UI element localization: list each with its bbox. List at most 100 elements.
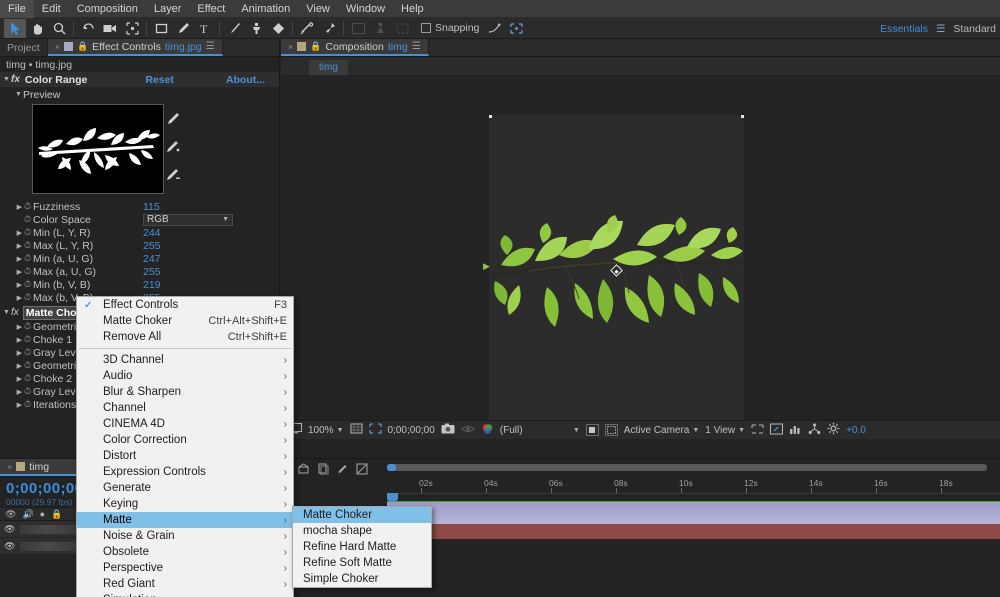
- param-disclosure-icon[interactable]: ▶: [0, 388, 22, 396]
- 3d-renderer-icon[interactable]: [808, 423, 821, 438]
- param-disclosure-icon[interactable]: ▶: [0, 401, 22, 409]
- submenu-item-refine-hard-matte[interactable]: Refine Hard Matte: [293, 539, 431, 555]
- type-tool-icon[interactable]: T: [194, 19, 216, 38]
- snapshot-icon[interactable]: [441, 423, 455, 437]
- context-menu-item-audio[interactable]: Audio ›: [77, 368, 293, 384]
- exposure-value[interactable]: +0.0: [846, 425, 866, 436]
- lock-icon[interactable]: 🔒: [310, 41, 321, 52]
- submenu-item-refine-soft-matte[interactable]: Refine Soft Matte: [293, 555, 431, 571]
- zoom-level-dropdown[interactable]: 100% ▼: [308, 425, 344, 436]
- enable-frame-blending-icon[interactable]: [356, 463, 368, 478]
- stopwatch-icon[interactable]: ⏱: [22, 292, 33, 303]
- context-menu-item-generate[interactable]: Generate ›: [77, 480, 293, 496]
- tab-project[interactable]: Project: [0, 39, 48, 56]
- context-menu-item-3d-channel[interactable]: 3D Channel ›: [77, 352, 293, 368]
- param-disclosure-icon[interactable]: ▶: [0, 375, 22, 383]
- param-value[interactable]: 244: [143, 227, 161, 239]
- view-layout-dropdown[interactable]: 1 View ▼: [705, 425, 745, 436]
- context-menu-item-cinema-4d[interactable]: CINEMA 4D ›: [77, 416, 293, 432]
- param-disclosure-icon[interactable]: ▶: [0, 268, 22, 276]
- tab-close-icon[interactable]: ×: [7, 462, 12, 472]
- timeline-zoom-scrollbar[interactable]: [387, 464, 987, 471]
- stopwatch-icon[interactable]: ⏱: [22, 279, 33, 290]
- show-snapshot-icon[interactable]: [461, 424, 475, 437]
- layer-visibility-icon[interactable]: 👁: [4, 541, 15, 552]
- rotation-tool-icon[interactable]: [77, 19, 99, 38]
- audio-column-icon[interactable]: 🔊: [22, 509, 33, 520]
- context-menu-item-matte-choker[interactable]: Matte Choker Ctrl+Alt+Shift+E: [77, 313, 293, 329]
- context-menu-item-simulation[interactable]: Simulation ›: [77, 592, 293, 597]
- context-menu-item-keying[interactable]: Keying ›: [77, 496, 293, 512]
- param-value[interactable]: 255: [143, 266, 161, 278]
- tab-close-icon[interactable]: ×: [288, 42, 293, 52]
- stopwatch-icon[interactable]: ⏱: [22, 386, 33, 397]
- toggle-transparency-grid-icon[interactable]: [586, 424, 599, 436]
- resolution-dropdown[interactable]: (Full) ▼: [500, 425, 580, 436]
- context-menu-item-remove-all[interactable]: Remove All Ctrl+Shift+E: [77, 329, 293, 345]
- zoom-tool-icon[interactable]: [48, 19, 70, 38]
- solo-column-icon[interactable]: ●: [40, 509, 45, 519]
- snapping-toggle[interactable]: Snapping: [421, 22, 479, 34]
- tab-effect-controls[interactable]: × 🔒 Effect Controls timg.jpg ☰: [48, 39, 223, 56]
- eyedropper-plus-icon[interactable]: [164, 140, 180, 156]
- composition-mini-flowchart-icon[interactable]: [297, 463, 310, 478]
- context-menu-item-perspective[interactable]: Perspective ›: [77, 560, 293, 576]
- submenu-item-matte-choker[interactable]: Matte Choker: [293, 507, 431, 523]
- brush-tool-icon[interactable]: [223, 19, 245, 38]
- stopwatch-icon[interactable]: ⏱: [22, 334, 33, 345]
- workspace-essentials[interactable]: Essentials: [880, 23, 928, 35]
- param-row-min-lyr[interactable]: ▶ ⏱ Min (L, Y, R) 244: [0, 226, 279, 239]
- param-disclosure-icon[interactable]: ▶: [0, 242, 22, 250]
- clone-stamp-tool-icon[interactable]: [245, 19, 267, 38]
- context-menu-item-matte[interactable]: Matte ›: [77, 512, 293, 528]
- lock-icon[interactable]: 🔒: [77, 41, 88, 52]
- eye-column-icon[interactable]: 👁: [5, 509, 16, 520]
- context-menu-item-channel[interactable]: Channel ›: [77, 400, 293, 416]
- pixel-aspect-icon[interactable]: [751, 423, 764, 438]
- timeline-graph-icon[interactable]: [789, 423, 802, 438]
- param-disclosure-icon[interactable]: ▶: [0, 294, 22, 302]
- stopwatch-icon[interactable]: ⏱: [22, 253, 33, 264]
- stopwatch-icon[interactable]: ⏱: [22, 201, 33, 212]
- snapping-checkbox[interactable]: [421, 23, 431, 33]
- composition-panel-menu-icon[interactable]: ☰: [412, 41, 421, 52]
- color-space-dropdown[interactable]: RGB ▼: [143, 214, 233, 226]
- param-row-min-bvb[interactable]: ▶ ⏱ Min (b, V, B) 219: [0, 278, 279, 291]
- stopwatch-icon[interactable]: ⏱: [22, 227, 33, 238]
- comp-timecode[interactable]: 0;00;00;00: [388, 425, 435, 436]
- context-menu-item-distort[interactable]: Distort ›: [77, 448, 293, 464]
- color-range-preview[interactable]: [32, 104, 164, 194]
- context-menu-item-effect-controls[interactable]: ✓ Effect Controls F3: [77, 297, 293, 313]
- disclosure-triangle-icon[interactable]: ▼: [2, 76, 11, 83]
- camera-dropdown[interactable]: Active Camera ▼: [624, 425, 700, 436]
- menu-help[interactable]: Help: [393, 0, 432, 18]
- param-row-max-aug[interactable]: ▶ ⏱ Max (a, U, G) 255: [0, 265, 279, 278]
- menu-edit[interactable]: Edit: [34, 0, 69, 18]
- param-disclosure-icon[interactable]: ▶: [0, 281, 22, 289]
- timeline-scroll-thumb[interactable]: [387, 464, 396, 471]
- stopwatch-icon[interactable]: ⏱: [22, 321, 33, 332]
- snap-box-icon[interactable]: [505, 19, 527, 38]
- submenu-item-simple-choker[interactable]: Simple Choker: [293, 571, 431, 587]
- hide-shy-layers-icon[interactable]: [337, 463, 348, 478]
- param-value[interactable]: 247: [143, 253, 161, 265]
- stopwatch-icon[interactable]: ⏱: [22, 360, 33, 371]
- selection-handle-tl[interactable]: [489, 115, 492, 118]
- selection-handle-tr[interactable]: [741, 115, 744, 118]
- grid-guides-icon[interactable]: [350, 423, 363, 438]
- menu-composition[interactable]: Composition: [69, 0, 146, 18]
- menu-animation[interactable]: Animation: [233, 0, 298, 18]
- submenu-item-mocha-shape[interactable]: mocha shape: [293, 523, 431, 539]
- eyedropper-minus-icon[interactable]: [164, 168, 180, 184]
- draft-3d-icon[interactable]: [318, 463, 329, 478]
- workspace-menu-icon[interactable]: ☰: [936, 23, 945, 35]
- param-row-min-aug[interactable]: ▶ ⏱ Min (a, U, G) 247: [0, 252, 279, 265]
- reset-link[interactable]: Reset: [145, 74, 174, 86]
- menu-layer[interactable]: Layer: [146, 0, 190, 18]
- pan-behind-tool-icon[interactable]: [121, 19, 143, 38]
- context-menu-item-noise-grain[interactable]: Noise & Grain ›: [77, 528, 293, 544]
- subtab-timg[interactable]: timg: [309, 60, 348, 75]
- snap-curve-icon[interactable]: [483, 19, 505, 38]
- param-disclosure-icon[interactable]: ▶: [0, 362, 22, 370]
- stopwatch-icon[interactable]: ⏱: [22, 266, 33, 277]
